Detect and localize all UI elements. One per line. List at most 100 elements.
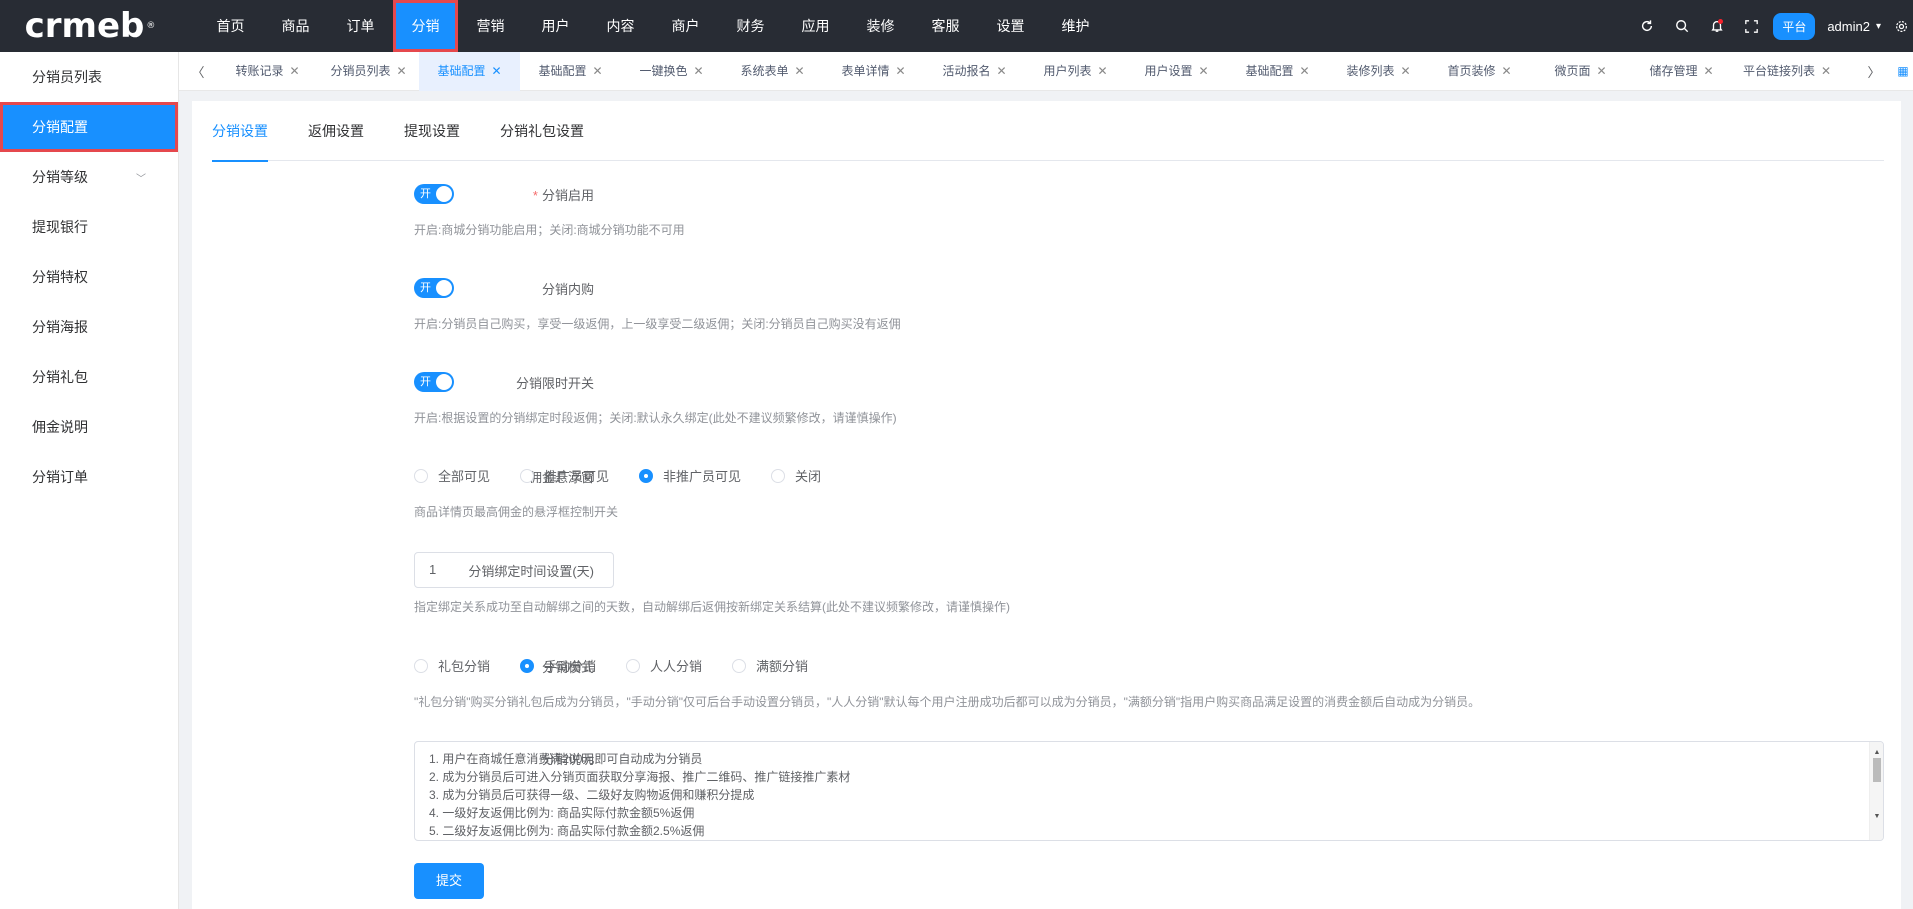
bind-days-input[interactable]: 1 — [414, 552, 614, 588]
bell-icon[interactable] — [1699, 0, 1734, 52]
radio-circle — [732, 658, 747, 673]
radio-promoter-visible[interactable]: 推广员可见 — [520, 466, 609, 485]
switch-label: 开 — [420, 282, 431, 294]
close-icon[interactable]: ✕ — [1703, 64, 1713, 78]
radio-everyone-mode[interactable]: 人人分销 — [626, 656, 702, 675]
sidebar-item-withdraw-banks[interactable]: 提现银行 — [0, 202, 178, 252]
page-tab[interactable]: 首页装修 ✕ — [1429, 52, 1530, 91]
fullscreen-icon[interactable] — [1734, 0, 1769, 52]
page-tab[interactable]: 用户列表 ✕ — [1025, 52, 1126, 91]
sidebar-item-distribution-config[interactable]: 分销配置 — [0, 102, 178, 152]
radio-non-promoter-visible[interactable]: 非推广员可见 — [639, 466, 741, 485]
page-tabs: 转账记录 ✕ 分销员列表 ✕ 基础配置 ✕ 基础配置 ✕ 一键换色 ✕ 系统表单 ✕ 表单详… — [217, 51, 1855, 91]
close-icon[interactable]: ✕ — [1596, 64, 1606, 78]
nav-marketing[interactable]: 营销 — [458, 0, 523, 52]
refresh-icon[interactable] — [1629, 0, 1664, 52]
nav-customer-service[interactable]: 客服 — [913, 0, 978, 52]
grid-menu-icon[interactable]: ▦ — [1893, 64, 1913, 78]
radio-off[interactable]: 关闭 — [771, 466, 821, 485]
time-limit-switch[interactable]: 开 — [414, 372, 454, 392]
enable-switch[interactable]: 开 — [414, 184, 454, 204]
page-tab[interactable]: 一键换色 ✕ — [621, 52, 722, 91]
sidebar-item-privileges[interactable]: 分销特权 — [0, 252, 178, 302]
sidebar-item-posters[interactable]: 分销海报 — [0, 302, 178, 352]
nav-settings[interactable]: 设置 — [978, 0, 1043, 52]
close-icon[interactable]: ✕ — [396, 64, 406, 78]
nav-content[interactable]: 内容 — [588, 0, 653, 52]
page-tab-label: 活动报名 — [942, 63, 991, 78]
chevron-down-icon[interactable]: ▾ — [1876, 21, 1881, 32]
search-icon[interactable] — [1664, 0, 1699, 52]
close-icon[interactable]: ✕ — [1501, 64, 1511, 78]
scroll-thumb[interactable] — [1873, 758, 1881, 782]
close-icon[interactable]: ✕ — [289, 64, 299, 78]
close-icon[interactable]: ✕ — [592, 64, 602, 78]
radio-gift-pack-mode[interactable]: 礼包分销 — [414, 656, 490, 675]
bind-days-value[interactable]: 1 — [414, 552, 614, 588]
page-tab-label: 平台链接列表 — [1742, 63, 1815, 78]
nav-users[interactable]: 用户 — [523, 0, 588, 52]
tab-gift-pack-settings[interactable]: 分销礼包设置 — [500, 101, 584, 161]
field-label: 分销限时开关 — [515, 376, 594, 391]
page-tab[interactable]: 转账记录 ✕ — [217, 52, 318, 91]
page-tab[interactable]: 表单详情 ✕ — [823, 52, 924, 91]
close-icon[interactable]: ✕ — [491, 64, 501, 78]
platform-badge[interactable]: 平台 — [1773, 12, 1816, 40]
sidebar-item-commission-notes[interactable]: 佣金说明 — [0, 402, 178, 452]
radio-circle — [520, 468, 535, 483]
close-icon[interactable]: ✕ — [895, 64, 905, 78]
radio-manual-mode[interactable]: 手动分销 — [520, 656, 596, 675]
page-tab[interactable]: 用户设置 ✕ — [1126, 52, 1227, 91]
close-icon[interactable]: ✕ — [794, 64, 804, 78]
field-hint: 指定绑定关系成功至自动解绑之间的天数，自动解绑后返佣按新绑定关系结算(此处不建议… — [414, 600, 1010, 614]
user-name[interactable]: admin2 — [1827, 19, 1870, 34]
nav-apps[interactable]: 应用 — [783, 0, 848, 52]
radio-label: 全部可见 — [438, 469, 491, 484]
scroll-down-icon[interactable]: ▼ — [1870, 808, 1883, 826]
close-icon[interactable]: ✕ — [996, 64, 1006, 78]
sidebar-item-gift-packs[interactable]: 分销礼包 — [0, 352, 178, 402]
tab-withdraw-settings[interactable]: 提现设置 — [404, 101, 460, 161]
nav-home[interactable]: 首页 — [198, 0, 263, 52]
nav-maintenance[interactable]: 维护 — [1043, 0, 1108, 52]
close-icon[interactable]: ✕ — [1299, 64, 1309, 78]
radio-all-visible[interactable]: 全部可见 — [414, 466, 490, 485]
crmeb-logo[interactable]: crmeb ® — [0, 0, 180, 52]
page-tab[interactable]: 平台链接列表 ✕ — [1732, 52, 1842, 91]
nav-products[interactable]: 商品 — [263, 0, 328, 52]
tab-distribution-settings[interactable]: 分销设置 — [212, 101, 268, 162]
page-tab[interactable]: 分销员列表 ✕ — [318, 52, 419, 91]
page-tab-active[interactable]: 基础配置 ✕ — [419, 51, 520, 91]
sidebar-item-distribution-levels[interactable]: 分销等级 ﹀ — [0, 152, 178, 202]
page-tab[interactable]: 系统表单 ✕ — [722, 52, 823, 91]
nav-merchants[interactable]: 商户 — [653, 0, 718, 52]
nav-decoration[interactable]: 装修 — [848, 0, 913, 52]
sidebar-item-distributor-list[interactable]: 分销员列表 — [0, 52, 178, 102]
page-tab[interactable]: 装修列表 ✕ — [1328, 52, 1429, 91]
textarea-scrollbar[interactable]: ▲ ▼ — [1869, 742, 1883, 840]
close-icon[interactable]: ✕ — [1821, 64, 1831, 78]
nav-orders[interactable]: 订单 — [328, 0, 393, 52]
description-textarea[interactable]: 1. 用户在商城任意消费满200元即可自动成为分销员 2. 成为分销员后可进入分… — [414, 741, 1884, 841]
close-icon[interactable]: ✕ — [1198, 64, 1208, 78]
page-tab[interactable]: 微页面 ✕ — [1530, 52, 1631, 91]
page-tab[interactable]: 储存管理 ✕ — [1631, 52, 1732, 91]
page-tab[interactable]: 基础配置 ✕ — [520, 52, 621, 91]
nav-distribution[interactable]: 分销 — [393, 0, 458, 52]
submit-button[interactable]: 提交 — [414, 863, 484, 899]
page-tab-label: 转账记录 — [235, 63, 284, 78]
self-buy-switch[interactable]: 开 — [414, 278, 454, 298]
sidebar-item-distribution-orders[interactable]: 分销订单 — [0, 452, 178, 502]
switch-knob — [436, 374, 452, 390]
nav-finance[interactable]: 财务 — [718, 0, 783, 52]
close-icon[interactable]: ✕ — [693, 64, 703, 78]
close-icon[interactable]: ✕ — [1097, 64, 1107, 78]
radio-full-amount-mode[interactable]: 满额分销 — [732, 656, 808, 675]
close-icon[interactable]: ✕ — [1400, 64, 1410, 78]
page-tab[interactable]: 活动报名 ✕ — [924, 52, 1025, 91]
chevron-right-icon[interactable]: 〉 — [1855, 62, 1893, 81]
chevron-left-icon[interactable]: 〈 — [179, 62, 217, 81]
tab-commission-settings[interactable]: 返佣设置 — [308, 101, 364, 161]
gear-icon[interactable] — [1889, 0, 1913, 52]
page-tab[interactable]: 基础配置 ✕ — [1227, 52, 1328, 91]
